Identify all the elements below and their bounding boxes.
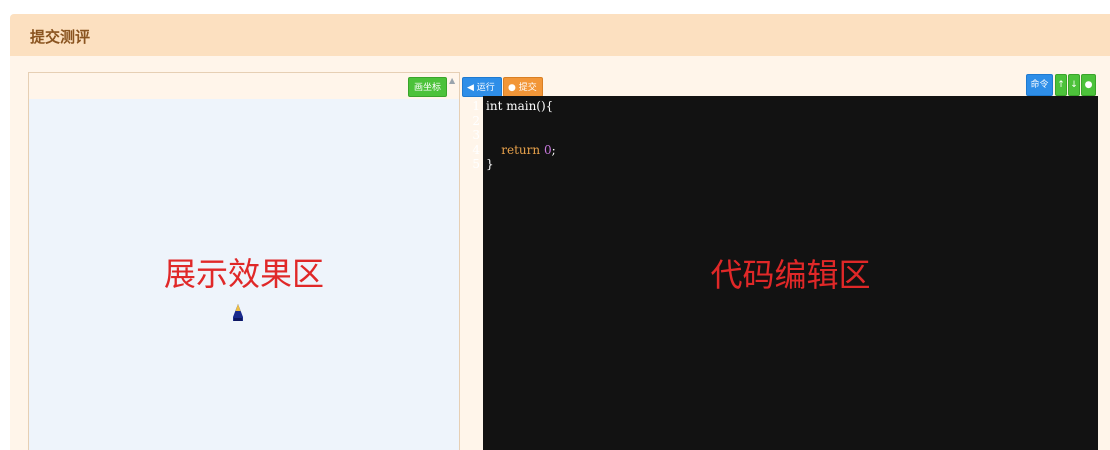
- page-title: 提交测评: [30, 28, 91, 46]
- keyword-return: return: [501, 142, 541, 157]
- code-line[interactable]: [486, 114, 556, 129]
- line-number: 4: [472, 142, 480, 157]
- line-number: 2: [472, 113, 480, 128]
- run-button[interactable]: ◀ 运行: [462, 77, 502, 97]
- code-editor-label: 代码编辑区: [710, 256, 871, 294]
- line-number: 5: [472, 157, 480, 172]
- command-button[interactable]: 命令: [1026, 74, 1053, 96]
- pen-turtle-icon: [233, 304, 243, 321]
- display-area: 画坐标 展示效果区: [28, 72, 460, 450]
- code-editor[interactable]: int main(){ return 0; } 代码编辑区: [483, 96, 1098, 450]
- move-down-button[interactable]: ↓: [1068, 74, 1080, 96]
- display-area-label: 展示效果区: [163, 255, 324, 293]
- code-line[interactable]: [486, 128, 556, 143]
- display-toolbar: 画坐标: [29, 73, 459, 99]
- line-number-gutter: 1 2 3 4 5: [462, 96, 482, 450]
- panel-header: 提交测评: [10, 14, 1110, 56]
- line-number: 3: [472, 128, 480, 143]
- code-lines[interactable]: int main(){ return 0; }: [486, 99, 556, 172]
- display-canvas[interactable]: 展示效果区: [29, 99, 459, 450]
- submit-button[interactable]: ● 提交: [503, 77, 543, 97]
- semicolon: ;: [551, 142, 556, 157]
- draw-coordinates-button[interactable]: 画坐标: [407, 77, 447, 97]
- collapse-up-icon[interactable]: ▲: [449, 76, 455, 85]
- code-line[interactable]: int main(){: [486, 99, 556, 114]
- extra-button[interactable]: ●: [1081, 74, 1096, 96]
- code-line[interactable]: return 0;: [486, 142, 556, 158]
- number-literal: 0: [543, 142, 552, 157]
- panel-splitter[interactable]: ▲: [446, 72, 460, 450]
- move-up-button[interactable]: ↑: [1055, 74, 1067, 96]
- line-number: 1: [472, 99, 480, 113]
- code-line[interactable]: }: [486, 157, 556, 172]
